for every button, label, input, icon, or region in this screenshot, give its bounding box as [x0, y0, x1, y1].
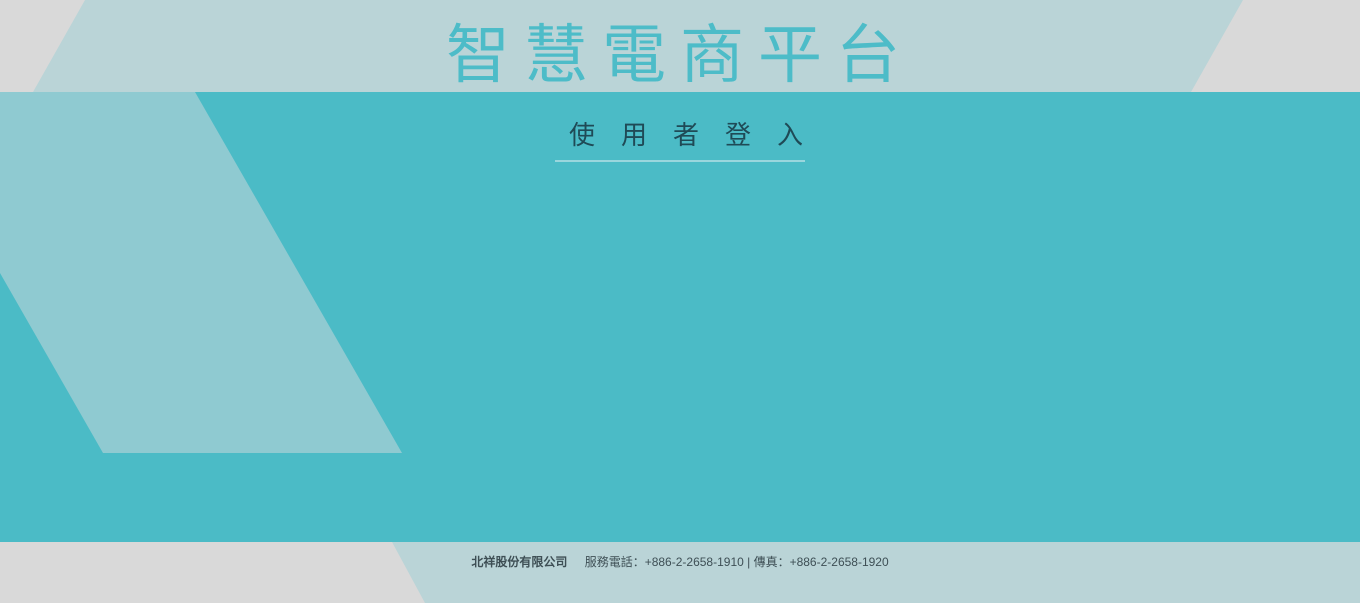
- footer-contact-info: 服務電話：+886-2-2658-1910 | 傳真：+886-2-2658-1…: [584, 555, 889, 569]
- login-heading: 使用者登入: [569, 121, 830, 151]
- page-title: 智慧電商平台: [446, 19, 914, 93]
- footer: 北祥股份有限公司 服務電話：+886-2-2658-1910 | 傳真：+886…: [0, 552, 1360, 572]
- footer-company-name: 北祥股份有限公司: [471, 555, 568, 569]
- login-heading-underline: [555, 160, 805, 162]
- login-page: 智慧電商平台 使用者登入 北祥股份有限公司 服務電話：+886-2-2658-1…: [0, 0, 1360, 603]
